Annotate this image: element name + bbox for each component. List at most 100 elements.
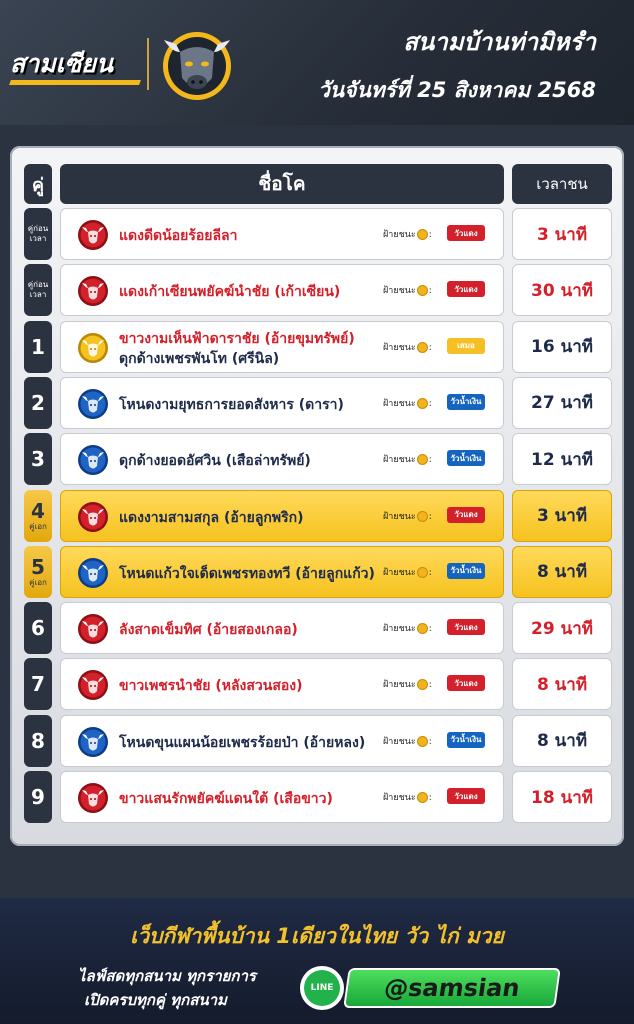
pair-number-value: 8 xyxy=(31,728,45,753)
pair-number: 7 xyxy=(24,658,52,711)
winner-tag: วัวแดง xyxy=(447,788,485,804)
pair-number: 3 xyxy=(24,433,52,486)
table-row: 3 ดุกด้างยอดอัศวิน (เสือล่าทรัพย์) ฝ้ายชนะ… xyxy=(10,433,624,486)
bull-name-second: ดุกด้างเพชรพันโท (ศรีนิล) xyxy=(119,350,280,367)
winner-colon: : xyxy=(428,793,432,803)
footer-line-2: เปิดครบทุกคู่ ทุกสนาม xyxy=(84,991,227,1009)
winner-label-text: ฝ้ายชนะ xyxy=(383,624,416,635)
bull-name-cell: ขาวแสนรักพยัคฆ์แดนใต้ (เสือขาว) ฝ้ายชนะ: ว… xyxy=(60,771,504,823)
bull-name-cell: ดุกด้างยอดอัศวิน (เสือล่าทรัพย์) ฝ้ายชนะ:… xyxy=(60,433,504,486)
winner-label-text: ฝ้ายชนะ xyxy=(383,455,416,466)
table-row: คู่ก่อนเวลา แดงดีดน้อยร้อยลีลา ฝ้ายชนะ: วัว… xyxy=(10,208,624,260)
winner-label-text: ฝ้ายชนะ xyxy=(383,230,416,240)
winner-colon: : xyxy=(428,567,432,578)
bull-name-cell: แดงเก้าเซียนพยัคฆ์นำชัย (เก้าเซียน) ฝ้ายช… xyxy=(60,264,504,317)
winner-label-text: ฝ้ายชนะ xyxy=(383,342,416,353)
winner-label-text: ฝ้ายชนะ xyxy=(383,680,416,691)
bull-name-cell: ลังสาดเข็มทิศ (อ้ายสองเกลอ) ฝ้ายชนะ: วัวแด… xyxy=(60,602,504,655)
bull-name: ดุกด้างยอดอัศวิน (เสือล่าทรัพย์) xyxy=(119,453,311,470)
stadium-title: สนามบ้านท่ามิหรำ xyxy=(403,28,596,56)
coin-icon xyxy=(416,285,428,297)
coin-icon xyxy=(416,397,428,409)
pair-number-value: 5 xyxy=(31,554,45,579)
bull-badge-red-icon xyxy=(77,782,109,814)
pair-number: 1 xyxy=(24,320,52,373)
pair-number-value: 2 xyxy=(31,390,45,415)
bull-name: ขาวแสนรักพยัคฆ์แดนใต้ (เสือขาว) xyxy=(119,791,333,807)
bull-name-cell: โหนดแก้วใจเด็ดเพชรทองทวี (อ้ายลูกแก้ว) ฝ้… xyxy=(60,545,504,598)
coin-icon xyxy=(416,679,428,691)
bull-badge-red-icon xyxy=(77,219,109,251)
table-row: 4 คู่เอก แดงงามสามสกุล (อ้ายลูกพริก) ฝ้ายชน… xyxy=(10,489,624,542)
match-table: คู่ ชื่อโค เวลาชน คู่ก่อนเวลา แดงดีดน้อยร… xyxy=(10,146,624,846)
pair-number-value: 7 xyxy=(31,672,45,697)
pair-number-value: 1 xyxy=(31,334,45,359)
bull-name: แดงเก้าเซียนพยัคฆ์นำชัย (เก้าเซียน) xyxy=(119,284,341,301)
table-row: คู่ก่อนเวลา แดงเก้าเซียนพยัคฆ์นำชัย (เก้า… xyxy=(10,264,624,317)
winner-label: ฝ้ายชนะ: xyxy=(383,283,432,297)
match-time: 8 นาที xyxy=(512,658,612,711)
bull-name: ขาวเพชรนำชัย (หลังสวนสอง) xyxy=(119,678,303,695)
table-row: 6 ลังสาดเข็มทิศ (อ้ายสองเกลอ) ฝ้ายชนะ: วัวแ… xyxy=(10,602,624,655)
logo-divider xyxy=(147,38,149,90)
bull-badge-gold-icon xyxy=(77,332,109,364)
table-row: 2 โหนดงามยุทธการยอดสังหาร (ดารา) ฝ้ายชนะ: ว… xyxy=(10,376,624,429)
winner-label: ฝ้ายชนะ: xyxy=(383,227,432,241)
winner-colon: : xyxy=(428,511,432,522)
winner-colon: : xyxy=(428,455,432,466)
winner-label: ฝ้ายชนะ: xyxy=(383,340,432,354)
bull-name: โหนดแก้วใจเด็ดเพชรทองทวี (อ้ายลูกแก้ว) xyxy=(119,565,375,582)
header: สามเซียน สนามบ้านท่ามิหรำ วันจันทร์ที่ 2… xyxy=(0,0,634,125)
pair-number-note: คู่เอก xyxy=(29,577,47,587)
match-time: 3 นาที xyxy=(512,208,612,260)
bull-name-cell: แดงงามสามสกุล (อ้ายลูกพริก) ฝ้ายชนะ: วัวแด… xyxy=(60,489,504,542)
bull-badge-blue-icon xyxy=(77,726,109,758)
pair-number-value: 6 xyxy=(31,616,45,641)
pair-number-note: คู่เอก xyxy=(29,521,47,531)
match-time: 29 นาที xyxy=(512,602,612,655)
bull-name: โหนดขุนแผนน้อยเพชรร้อยป่า (อ้ายหลง) xyxy=(119,734,366,751)
slogan: เว็บกีฬาพื้นบ้าน 1เดียวในไทย วัว ไก่ มวย xyxy=(130,924,504,948)
bull-badge-red-icon xyxy=(77,501,109,533)
winner-tag: วัวแดง xyxy=(447,506,485,523)
column-header-no: คู่ xyxy=(24,164,52,204)
winner-colon: : xyxy=(428,286,432,297)
winner-tag: วัวน้ำเงิน xyxy=(447,393,485,410)
bull-name: แดงงามสามสกุล (อ้ายลูกพริก) xyxy=(119,509,304,526)
winner-label: ฝ้ายชนะ: xyxy=(383,677,432,691)
line-id-button[interactable]: @samsian xyxy=(343,968,561,1008)
bull-badge-red-icon xyxy=(77,613,109,645)
winner-label: ฝ้ายชนะ: xyxy=(383,509,432,523)
winner-label-text: ฝ้ายชนะ xyxy=(383,736,416,747)
match-time: 3 นาที xyxy=(512,489,612,542)
winner-tag: วัวน้ำเงิน xyxy=(447,450,485,467)
bull-head-logo-icon xyxy=(163,32,231,100)
table-row: 7 ขาวเพชรนำชัย (หลังสวนสอง) ฝ้ายชนะ: วัวแดง… xyxy=(10,658,624,711)
pair-number-value: 4 xyxy=(31,498,45,523)
coin-icon xyxy=(416,341,428,353)
table-row: 8 โหนดขุนแผนน้อยเพชรร้อยป่า (อ้ายหลง) ฝ้าย… xyxy=(10,714,624,767)
event-date: วันจันทร์ที่ 25 สิงหาคม 2568 xyxy=(318,78,596,102)
bull-name: ลังสาดเข็มทิศ (อ้ายสองเกลอ) xyxy=(119,622,298,639)
winner-label: ฝ้ายชนะ: xyxy=(383,452,432,466)
coin-icon xyxy=(416,623,428,635)
pair-number: คู่ก่อนเวลา xyxy=(24,264,52,317)
line-app-icon[interactable]: LINE xyxy=(300,966,344,1010)
winner-colon: : xyxy=(428,736,432,747)
bull-name: โหนดงามยุทธการยอดสังหาร (ดารา) xyxy=(119,396,344,413)
bull-name-cell: โหนดขุนแผนน้อยเพชรร้อยป่า (อ้ายหลง) ฝ้ายช… xyxy=(60,714,504,767)
bull-name: แดงดีดน้อยร้อยลีลา xyxy=(119,228,238,244)
coin-icon xyxy=(416,229,428,240)
bull-badge-red-icon xyxy=(77,275,109,307)
winner-label-text: ฝ้ายชนะ xyxy=(383,567,416,578)
pair-number: คู่ก่อนเวลา xyxy=(24,208,52,260)
winner-colon: : xyxy=(428,230,432,240)
footer: เว็บกีฬาพื้นบ้าน 1เดียวในไทย วัว ไก่ มวย… xyxy=(0,898,634,1024)
winner-tag: วัวแดง xyxy=(447,281,485,298)
bull-name-cell: ขาวเพชรนำชัย (หลังสวนสอง) ฝ้ายชนะ: วัวแดง xyxy=(60,658,504,711)
winner-tag: วัวแดง xyxy=(447,225,485,241)
column-header-time: เวลาชน xyxy=(512,164,612,204)
winner-tag: วัวแดง xyxy=(447,675,485,692)
match-time: 8 นาที xyxy=(512,545,612,598)
coin-icon xyxy=(416,510,428,522)
